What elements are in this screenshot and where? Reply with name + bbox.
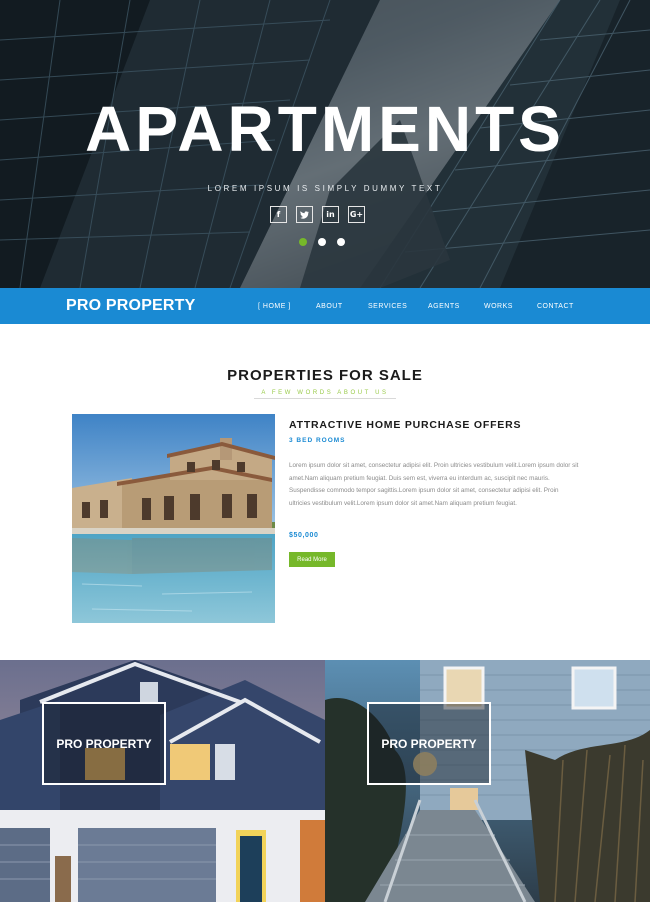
slide-dot-3[interactable] [337,238,345,246]
rooms-label: 3 BED ROOMS [289,437,346,444]
social-links: f in G+ [270,206,365,223]
linkedin-icon[interactable]: in [322,206,339,223]
twitter-icon[interactable] [296,206,313,223]
google-plus-icon[interactable]: G+ [348,206,365,223]
read-more-button[interactable]: Read More [289,552,335,567]
hero-title: APARTMENTS [85,93,565,165]
section-subtitle: A FEW WORDS ABOUT US [261,390,389,396]
nav-item-contact[interactable]: CONTACT [537,303,577,310]
slide-dot-1[interactable] [299,238,307,246]
brand-logo[interactable]: PRO PROPERTY [66,297,196,315]
nav-menu: [ HOME ] ABOUT SERVICES AGENTS WORKS CON… [258,288,577,324]
slider-dots [299,238,345,246]
nav-item-services[interactable]: SERVICES [368,303,428,310]
section-divider [254,398,396,399]
hero-banner: APARTMENTS LOREM IPSUM IS SIMPLY DUMMY T… [0,0,650,288]
facebook-icon[interactable]: f [270,206,287,223]
section-title: PROPERTIES FOR SALE [227,367,423,384]
main-navbar: PRO PROPERTY [ HOME ] ABOUT SERVICES AGE… [0,288,650,324]
panel-label-right[interactable]: PRO PROPERTY [367,702,491,785]
hero-subtitle: LOREM IPSUM IS SIMPLY DUMMY TEXT [207,184,443,193]
panel-label-left[interactable]: PRO PROPERTY [42,702,166,785]
property-photo [72,414,275,623]
price-label: $50,000 [289,532,319,539]
offer-description: Lorem ipsum dolor sit amet, consectetur … [289,462,579,507]
nav-item-agents[interactable]: AGENTS [428,303,484,310]
nav-item-home[interactable]: [ HOME ] [258,303,316,310]
offer-title: ATTRACTIVE HOME PURCHASE OFFERS [289,419,522,431]
slide-dot-2[interactable] [318,238,326,246]
property-panel-right[interactable]: PRO PROPERTY [325,660,650,902]
nav-item-about[interactable]: ABOUT [316,303,368,310]
nav-item-works[interactable]: WORKS [484,303,537,310]
property-panel-left[interactable]: PRO PROPERTY [0,660,325,902]
